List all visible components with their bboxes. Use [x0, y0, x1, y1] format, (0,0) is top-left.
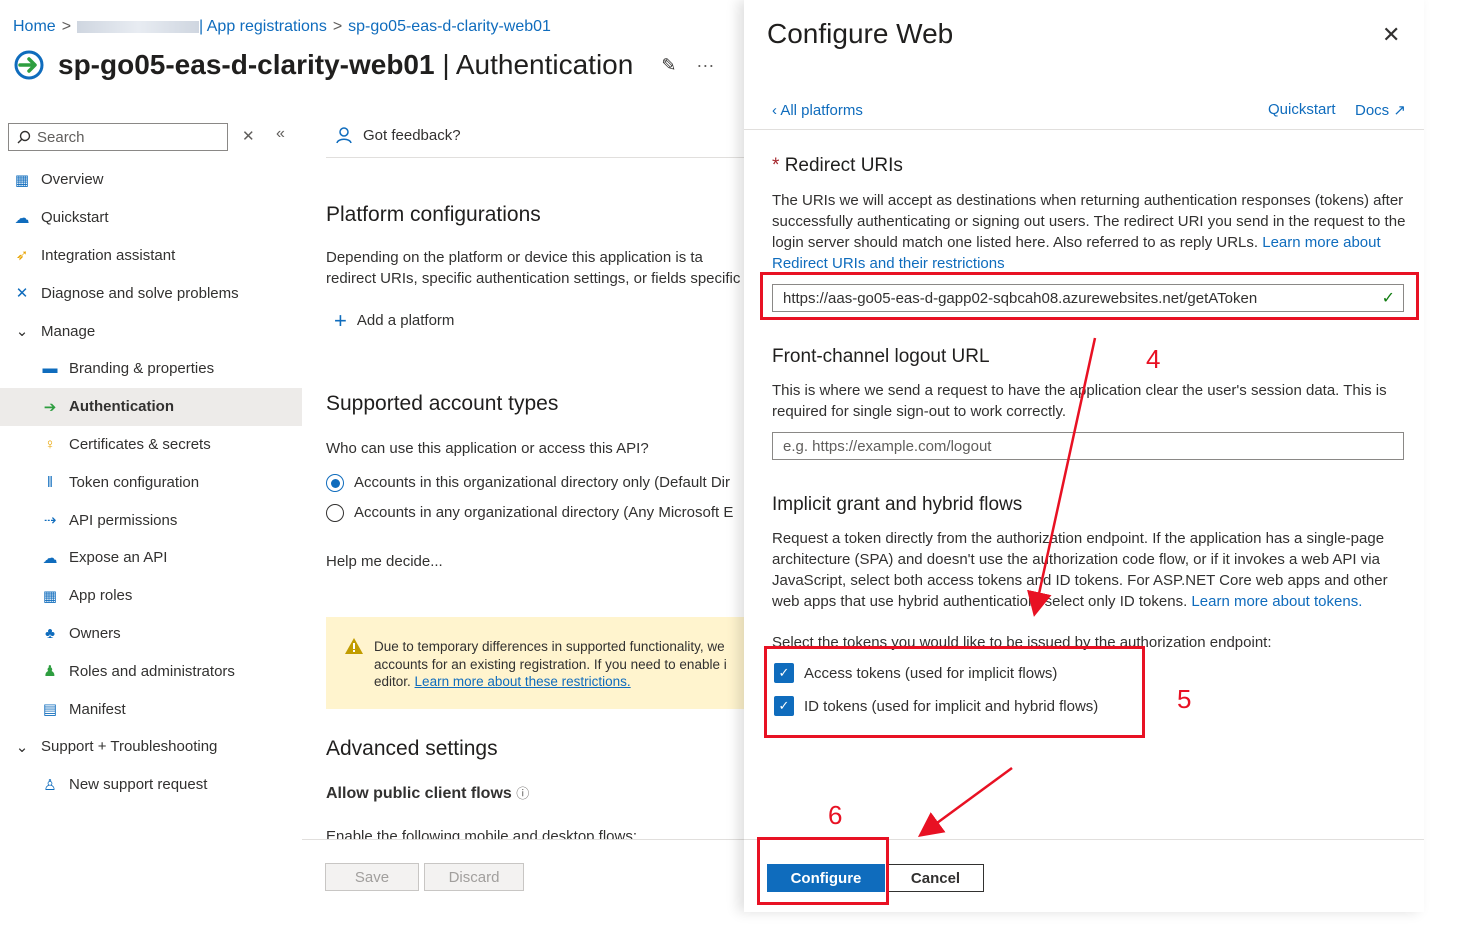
annotation-arrow-4: [1027, 337, 1097, 617]
annotation-arrow-6: [917, 766, 1013, 837]
annotation-arrows: [917, 337, 1097, 837]
